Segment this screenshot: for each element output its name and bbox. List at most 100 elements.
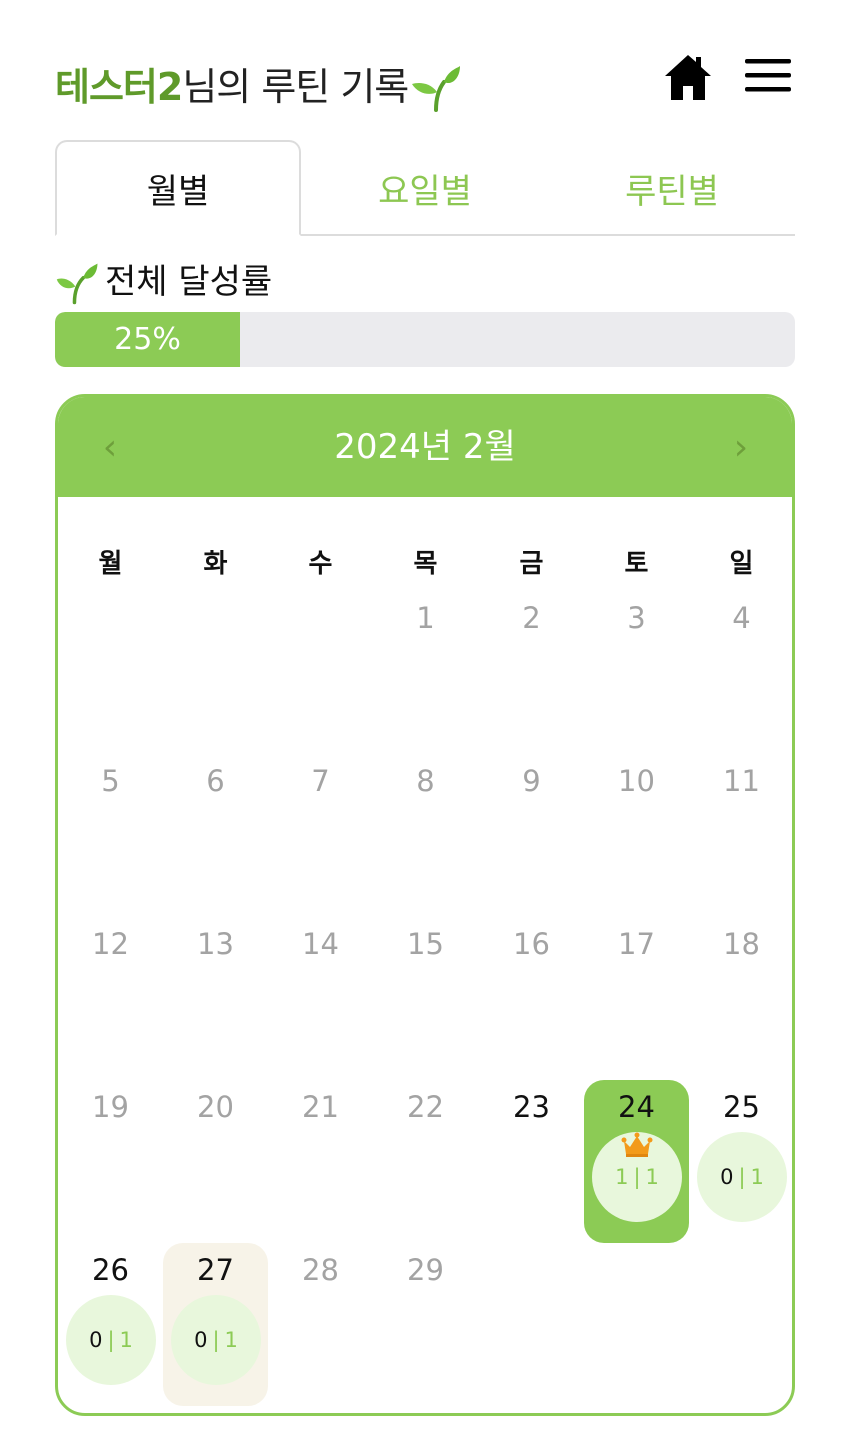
day-number: 11 bbox=[723, 764, 760, 798]
calendar-day-8[interactable]: 8 bbox=[373, 754, 478, 917]
record-total-count: 1 bbox=[645, 1165, 659, 1189]
day-number: 9 bbox=[522, 764, 541, 798]
sprout-icon bbox=[55, 261, 101, 305]
record-separator: | bbox=[107, 1328, 115, 1352]
calendar-day-28[interactable]: 28 bbox=[268, 1243, 373, 1406]
record-total-count: 1 bbox=[750, 1165, 764, 1189]
overall-rate-heading: 전체 달성률 bbox=[55, 254, 272, 305]
calendar-day-19[interactable]: 19 bbox=[58, 1080, 163, 1243]
calendar: 2024년 2월 ‹ › 월화수목금토일 1 2 3 4 5 6 7 8 9 10 11 12 13 14… bbox=[55, 394, 795, 1416]
weekday-header: 월화수목금토일 bbox=[58, 543, 792, 583]
hamburger-menu-icon bbox=[745, 59, 791, 92]
calendar-day-2[interactable]: 2 bbox=[479, 591, 584, 754]
tab-weekday[interactable]: 요일별 bbox=[302, 140, 548, 236]
day-record-badge: 0 | 1 bbox=[66, 1295, 156, 1385]
calendar-day-25[interactable]: 25 0 | 1 bbox=[689, 1080, 792, 1243]
calendar-day-27[interactable]: 27 0 | 1 bbox=[163, 1243, 268, 1406]
day-number: 29 bbox=[407, 1253, 444, 1287]
header: 테스터2님의 루틴 기록 bbox=[55, 50, 795, 114]
sprout-icon bbox=[410, 64, 462, 112]
weekday-label: 금 bbox=[519, 549, 544, 579]
day-number: 26 bbox=[92, 1253, 129, 1287]
calendar-day-29[interactable]: 29 bbox=[373, 1243, 478, 1406]
day-number: 23 bbox=[513, 1090, 550, 1124]
calendar-day-5[interactable]: 5 bbox=[58, 754, 163, 917]
day-number: 22 bbox=[407, 1090, 444, 1124]
day-record-badge: 0 | 1 bbox=[697, 1132, 787, 1222]
calendar-day-1[interactable]: 1 bbox=[373, 591, 478, 754]
day-number: 27 bbox=[197, 1253, 234, 1287]
day-number: 14 bbox=[302, 927, 339, 961]
day-number: 17 bbox=[618, 927, 655, 961]
crown-icon bbox=[621, 1132, 653, 1157]
calendar-day-23[interactable]: 23 bbox=[479, 1080, 584, 1243]
day-number: 1 bbox=[416, 601, 435, 635]
calendar-day-20[interactable]: 20 bbox=[163, 1080, 268, 1243]
home-button[interactable] bbox=[663, 52, 713, 102]
day-number: 5 bbox=[101, 764, 120, 798]
calendar-day-4[interactable]: 4 bbox=[689, 591, 792, 754]
progress-text: 25% bbox=[114, 322, 181, 357]
view-tabs: 월별 요일별 루틴별 bbox=[55, 140, 795, 236]
calendar-day-12[interactable]: 12 bbox=[58, 917, 163, 1080]
calendar-day-16[interactable]: 16 bbox=[479, 917, 584, 1080]
weekday-label: 화 bbox=[203, 549, 228, 579]
weekday-label: 일 bbox=[729, 549, 754, 579]
day-record-badge: 0 | 1 bbox=[171, 1295, 261, 1385]
day-number: 13 bbox=[197, 927, 234, 961]
record-separator: | bbox=[738, 1165, 746, 1189]
record-separator: | bbox=[633, 1165, 641, 1189]
calendar-day-13[interactable]: 13 bbox=[163, 917, 268, 1080]
day-number: 2 bbox=[522, 601, 541, 635]
calendar-day-26[interactable]: 26 0 | 1 bbox=[58, 1243, 163, 1406]
day-number: 16 bbox=[513, 927, 550, 961]
calendar-day-9[interactable]: 9 bbox=[479, 754, 584, 917]
calendar-day-21[interactable]: 21 bbox=[268, 1080, 373, 1243]
title-suffix: 님의 루틴 기록 bbox=[182, 65, 409, 109]
calendar-day-24[interactable]: 24 1 | 1 bbox=[584, 1080, 689, 1243]
next-month-button[interactable]: › bbox=[716, 423, 766, 473]
day-number: 28 bbox=[302, 1253, 339, 1287]
record-done-count: 1 bbox=[615, 1165, 629, 1189]
record-done-count: 0 bbox=[720, 1165, 734, 1189]
calendar-day-15[interactable]: 15 bbox=[373, 917, 478, 1080]
page-title: 테스터2님의 루틴 기록 bbox=[55, 56, 462, 112]
calendar-day-14[interactable]: 14 bbox=[268, 917, 373, 1080]
progress-fill: 25% bbox=[55, 312, 240, 367]
calendar-day-18[interactable]: 18 bbox=[689, 917, 792, 1080]
weekday-label: 토 bbox=[624, 549, 649, 579]
day-number: 4 bbox=[732, 601, 751, 635]
day-number: 3 bbox=[627, 601, 646, 635]
home-icon bbox=[665, 55, 711, 100]
calendar-day-3[interactable]: 3 bbox=[584, 591, 689, 754]
day-number: 7 bbox=[311, 764, 330, 798]
calendar-day-10[interactable]: 10 bbox=[584, 754, 689, 917]
calendar-month-title: 2024년 2월 bbox=[334, 427, 516, 467]
day-number: 12 bbox=[92, 927, 129, 961]
calendar-day-6[interactable]: 6 bbox=[163, 754, 268, 917]
record-separator: | bbox=[212, 1328, 220, 1352]
calendar-day-17[interactable]: 17 bbox=[584, 917, 689, 1080]
menu-button[interactable] bbox=[743, 56, 793, 96]
day-number: 25 bbox=[723, 1090, 760, 1124]
prev-month-button[interactable]: ‹ bbox=[85, 423, 135, 473]
calendar-day-7[interactable]: 7 bbox=[268, 754, 373, 917]
day-number: 19 bbox=[92, 1090, 129, 1124]
record-done-count: 0 bbox=[194, 1328, 208, 1352]
tab-monthly[interactable]: 월별 bbox=[55, 140, 301, 236]
day-number: 18 bbox=[723, 927, 760, 961]
progress-bar: 25% bbox=[55, 312, 795, 367]
user-name: 테스터2 bbox=[55, 65, 183, 109]
calendar-header: 2024년 2월 ‹ › bbox=[58, 397, 792, 497]
day-number: 6 bbox=[206, 764, 225, 798]
record-total-count: 1 bbox=[224, 1328, 238, 1352]
day-number: 8 bbox=[416, 764, 435, 798]
day-number: 10 bbox=[618, 764, 655, 798]
day-number: 21 bbox=[302, 1090, 339, 1124]
day-number: 15 bbox=[407, 927, 444, 961]
calendar-day-22[interactable]: 22 bbox=[373, 1080, 478, 1243]
record-done-count: 0 bbox=[89, 1328, 103, 1352]
weekday-label: 수 bbox=[308, 549, 333, 579]
calendar-day-11[interactable]: 11 bbox=[689, 754, 792, 917]
tab-routine[interactable]: 루틴별 bbox=[549, 140, 795, 236]
